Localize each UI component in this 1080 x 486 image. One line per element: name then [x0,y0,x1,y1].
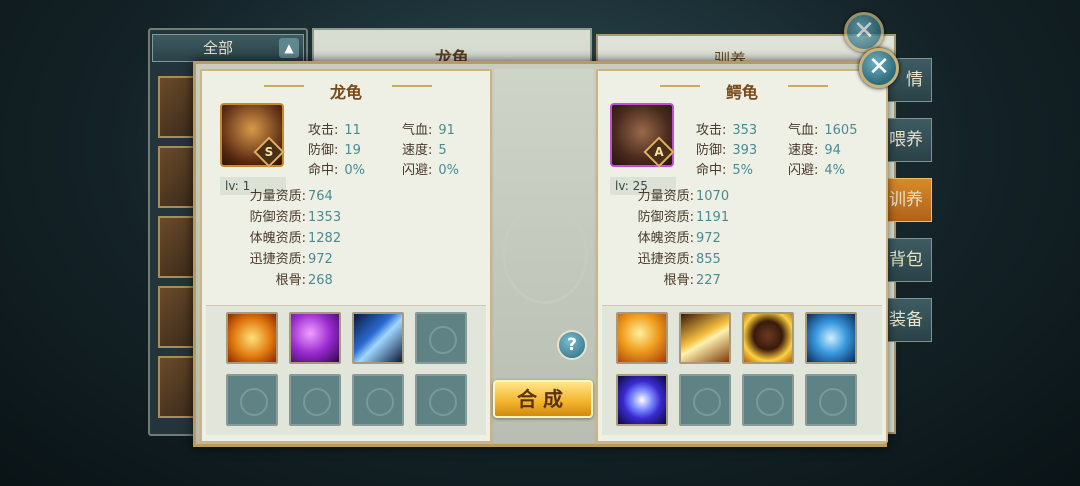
right-skill-grid [602,305,882,435]
stat-attack: 攻击: 353 [696,123,758,138]
stat-speed: 速度: 94 [788,143,841,158]
pet-list-item[interactable] [158,146,198,208]
filter-label: 全部 [203,39,234,57]
close-icon[interactable]: ✕ [844,12,884,52]
aptitude-strength: 力量资质: 1070 [637,189,730,204]
aptitude-root-bone: 根骨: 268 [275,273,333,288]
blue-claw-skill-icon[interactable] [352,312,404,364]
purple-orb-skill-icon[interactable] [289,312,341,364]
stat-hp: 气血: 1605 [788,123,858,138]
filter-dropdown[interactable]: 全部 ▲ [152,34,304,62]
stat-defense: 防御: 393 [696,143,758,158]
right-pet-card: 鳄龟 A lv: 25 攻击: 353 气血: 1605 防御: 393 速度: 94 … [596,69,888,443]
empty-skill-slot[interactable] [352,374,404,426]
empty-skill-slot[interactable] [226,374,278,426]
pet-list-item[interactable] [158,216,198,278]
chevron-up-icon: ▲ [279,38,299,58]
stat-hp: 气血: 91 [402,123,455,138]
aptitude-root-bone: 根骨: 227 [663,273,721,288]
aptitude-defense: 防御资质: 1353 [249,210,342,225]
aptitude-strength: 力量资质: 764 [249,189,333,204]
right-pet-name: 鳄龟 [725,83,758,102]
empty-skill-slot[interactable] [742,374,794,426]
stat-dodge: 闪避: 4% [788,163,846,178]
stat-defense: 防御: 19 [308,143,361,158]
stat-speed: 速度: 5 [402,143,447,158]
dragon-emblem-icon [502,204,588,304]
pet-list-item[interactable] [158,76,198,138]
merge-button[interactable]: 合成 [493,380,593,418]
pet-merge-dialog: 龙龟 S lv: 1 攻击: 11 气血: 91 防御: 19 速度: 5 命中: 0% … [193,61,888,447]
vortex-skill-icon[interactable] [616,374,668,426]
grade-badge: A [643,136,675,168]
aptitude-defense: 防御资质: 1191 [637,210,730,225]
left-skill-grid [206,305,486,435]
blue-heart-skill-icon[interactable] [805,312,857,364]
close-icon[interactable]: ✕ [859,48,899,88]
right-pet-portrait[interactable]: A [610,103,675,168]
empty-skill-slot[interactable] [415,312,467,364]
stat-dodge: 闪避: 0% [402,163,460,178]
golden-arrow-skill-icon[interactable] [679,312,731,364]
empty-skill-slot[interactable] [679,374,731,426]
fire-beast-skill-icon[interactable] [616,312,668,364]
divider [788,85,828,87]
help-icon[interactable]: ? [557,330,587,360]
left-pet-portrait[interactable]: S [220,103,285,168]
aptitude-agility: 迅捷资质: 972 [249,252,333,267]
aptitude-physique: 体魄资质: 972 [637,231,721,246]
empty-skill-slot[interactable] [415,374,467,426]
empty-skill-slot[interactable] [289,374,341,426]
stat-hit: 命中: 5% [696,163,754,178]
left-pet-card: 龙龟 S lv: 1 攻击: 11 气血: 91 防御: 19 速度: 5 命中: 0% … [200,69,492,443]
pet-list-item[interactable] [158,356,198,418]
empty-skill-slot[interactable] [805,374,857,426]
aptitude-physique: 体魄资质: 1282 [249,231,342,246]
divider [392,85,432,87]
aptitude-agility: 迅捷资质: 855 [637,252,721,267]
stat-hit: 命中: 0% [308,163,366,178]
orange-shield-skill-icon[interactable] [226,312,278,364]
grade-badge: S [253,136,285,168]
left-pet-name: 龙龟 [329,83,362,102]
pet-list-item[interactable] [158,286,198,348]
stat-attack: 攻击: 11 [308,123,361,138]
beast-flame-skill-icon[interactable] [742,312,794,364]
